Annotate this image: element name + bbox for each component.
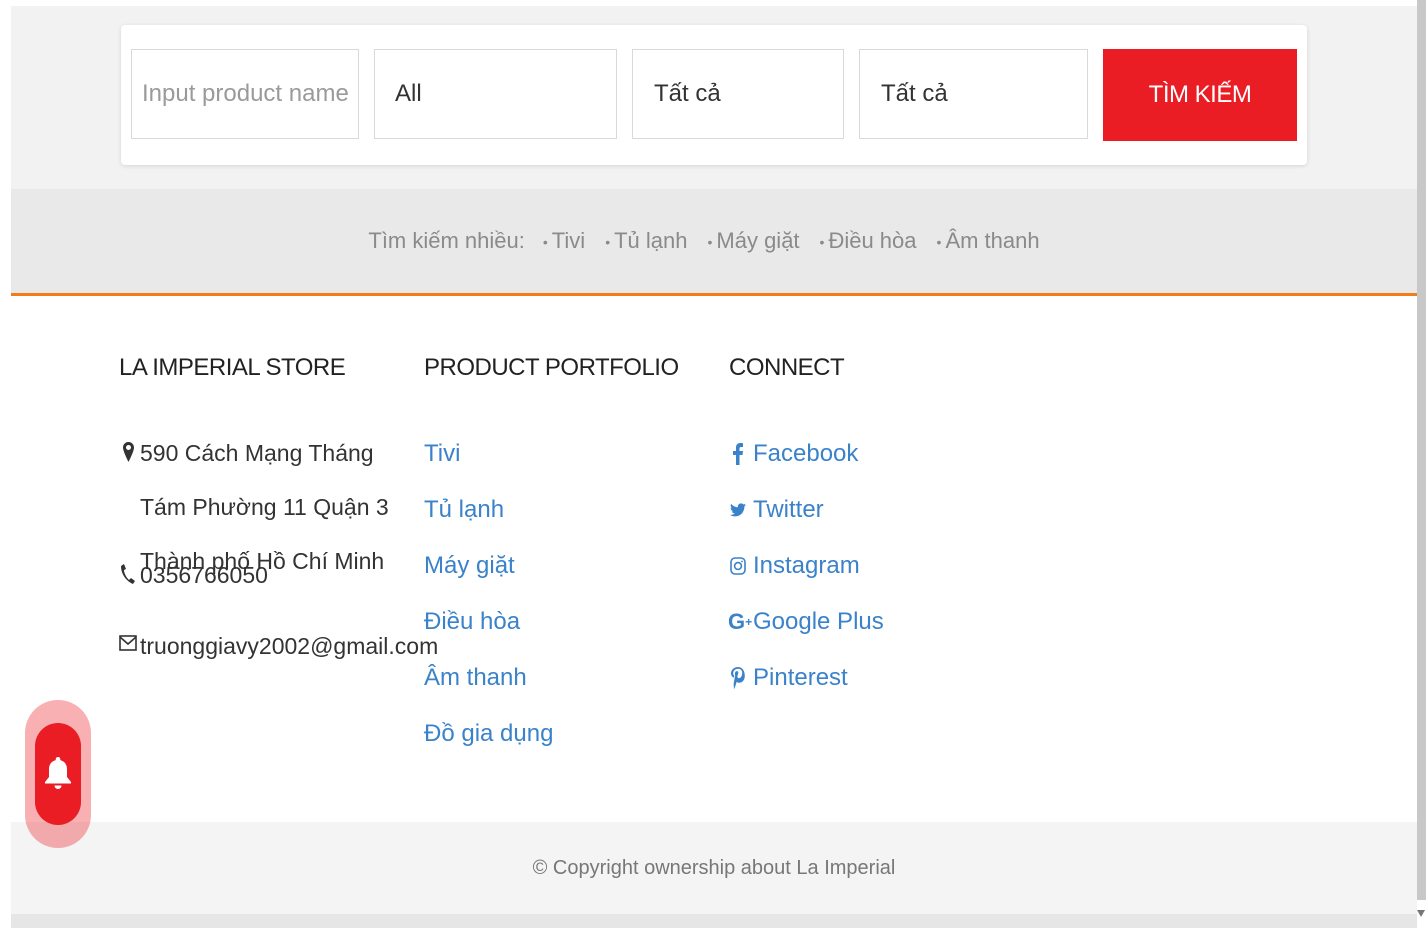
portfolio-item: Tivi — [424, 426, 553, 482]
social-link-facebook[interactable]: Facebook — [753, 426, 858, 482]
search-section: All Tất cả Tất cả TÌM KIẾM — [11, 6, 1417, 189]
portfolio-item: Máy giặt — [424, 538, 553, 594]
scroll-down-arrow-icon[interactable] — [1417, 910, 1425, 917]
product-name-input[interactable] — [140, 49, 358, 139]
category-select-value: All — [395, 80, 422, 107]
filter-select-1-value: Tất cả — [654, 80, 721, 107]
portfolio-link-tu-lanh[interactable]: Tủ lạnh — [424, 496, 504, 523]
copyright-text: © Copyright ownership about La Imperial — [532, 856, 896, 879]
connect-title: CONNECT — [729, 354, 845, 381]
search-button[interactable]: TÌM KIẾM — [1103, 49, 1297, 141]
social-link-twitter[interactable]: Twitter — [753, 482, 824, 538]
store-email-text: truonggiavy2002@gmail.com — [140, 633, 439, 659]
store-info-column: LA IMPERIAL STORE 590 Cách Mạng Tháng Tá… — [119, 354, 438, 659]
social-link-pinterest[interactable]: Pinterest — [753, 650, 848, 706]
popular-search-am-thanh[interactable]: Âm thanh — [937, 228, 1039, 254]
store-title: LA IMPERIAL STORE — [119, 354, 346, 381]
vertical-scrollbar[interactable] — [1417, 0, 1426, 900]
portfolio-link-dieu-hoa[interactable]: Điều hòa — [424, 608, 520, 635]
social-item: Facebook — [729, 426, 884, 482]
google-plus-icon: G + — [727, 609, 753, 634]
store-email: truonggiavy2002@gmail.com — [119, 619, 438, 673]
connect-column: CONNECT Facebook Twitter Instagram G + G… — [728, 354, 884, 691]
social-link-instagram[interactable]: Instagram — [753, 538, 860, 594]
portfolio-title: PRODUCT PORTFOLIO — [424, 354, 679, 381]
facebook-icon — [729, 443, 747, 465]
social-item: Twitter — [729, 482, 884, 538]
portfolio-link-may-giat[interactable]: Máy giặt — [424, 552, 515, 579]
store-phone: 0356766050 — [119, 548, 268, 602]
bottom-strip — [11, 914, 1417, 928]
page: All Tất cả Tất cả TÌM KIẾM Tìm kiếm nhiề… — [11, 0, 1417, 928]
popular-searches: Tìm kiếm nhiều: Tivi Tủ lạnh Máy giặt Đi… — [11, 189, 1417, 296]
popular-search-tu-lanh[interactable]: Tủ lạnh — [605, 228, 687, 254]
portfolio-item: Đồ gia dụng — [424, 706, 553, 762]
twitter-icon — [729, 503, 747, 517]
search-form: All Tất cả Tất cả TÌM KIẾM — [121, 25, 1307, 165]
filter-select-2[interactable]: Tất cả — [859, 49, 1088, 139]
store-phone-text: 0356766050 — [140, 562, 268, 588]
category-select[interactable]: All — [374, 49, 617, 139]
bell-icon — [45, 757, 71, 789]
notification-bell-button[interactable] — [25, 700, 91, 848]
portfolio-item: Điều hòa — [424, 594, 553, 650]
popular-search-dieu-hoa[interactable]: Điều hòa — [820, 228, 916, 254]
instagram-icon — [729, 557, 747, 575]
portfolio-link-am-thanh[interactable]: Âm thanh — [424, 664, 527, 691]
map-marker-icon — [119, 426, 137, 462]
portfolio-item: Tủ lạnh — [424, 482, 553, 538]
portfolio-list: Tivi Tủ lạnh Máy giặt Điều hòa Âm thanh … — [424, 426, 553, 762]
copyright-bar: © Copyright ownership about La Imperial — [11, 822, 1417, 914]
pinterest-icon — [729, 667, 747, 689]
envelope-icon — [119, 619, 137, 651]
popular-search-tivi[interactable]: Tivi — [543, 228, 585, 254]
social-item: Instagram — [729, 538, 884, 594]
notification-bell[interactable] — [35, 723, 81, 825]
portfolio-link-tivi[interactable]: Tivi — [424, 440, 460, 467]
popular-searches-label: Tìm kiếm nhiều: — [368, 228, 525, 253]
social-item: G + Google Plus — [727, 594, 884, 650]
social-link-google-plus[interactable]: Google Plus — [753, 594, 884, 650]
phone-icon — [119, 548, 137, 584]
social-list: Facebook Twitter Instagram G + Google Plu… — [727, 426, 884, 706]
filter-select-1[interactable]: Tất cả — [632, 49, 844, 139]
portfolio-item: Âm thanh — [424, 650, 553, 706]
product-portfolio-column: PRODUCT PORTFOLIO Tivi Tủ lạnh Máy giặt … — [424, 354, 679, 747]
social-item: Pinterest — [729, 650, 884, 706]
portfolio-link-do-gia-dung[interactable]: Đồ gia dụng — [424, 720, 553, 747]
product-name-field[interactable] — [131, 49, 359, 139]
popular-search-may-giat[interactable]: Máy giặt — [707, 228, 799, 254]
filter-select-2-value: Tất cả — [881, 80, 948, 107]
